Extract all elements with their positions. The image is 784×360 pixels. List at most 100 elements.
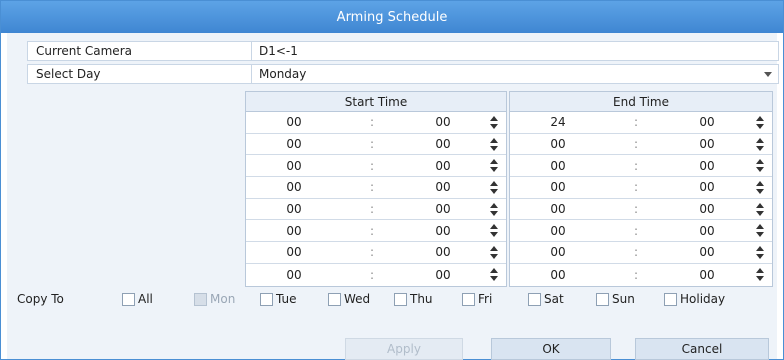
end-time-minute-field[interactable]: 00: [666, 268, 748, 282]
end-time-minute-field[interactable]: 00: [666, 202, 748, 216]
arrow-up-icon[interactable]: [490, 116, 498, 121]
spinner-icon[interactable]: [490, 116, 498, 129]
start-time-minute-field[interactable]: 00: [402, 137, 484, 151]
arrow-up-icon[interactable]: [490, 246, 498, 252]
arrow-up-icon[interactable]: [756, 116, 764, 121]
end-time-hour-field[interactable]: 00: [510, 180, 606, 194]
start-time-minute-field[interactable]: 00: [402, 202, 484, 216]
checkbox[interactable]: [462, 292, 475, 306]
copy-to-option-fri[interactable]: Fri: [462, 292, 528, 306]
spinner-icon[interactable]: [490, 137, 498, 151]
start-time-hour-field[interactable]: 00: [246, 115, 342, 129]
apply-button[interactable]: Apply: [345, 338, 463, 360]
spinner-icon[interactable]: [756, 181, 764, 195]
arrow-up-icon[interactable]: [756, 267, 764, 273]
arrow-down-icon[interactable]: [756, 275, 764, 281]
spinner-icon[interactable]: [756, 267, 764, 281]
start-time-minute-field[interactable]: 00: [402, 180, 484, 194]
start-time-hour-field[interactable]: 00: [246, 159, 342, 173]
spinner-icon[interactable]: [490, 202, 498, 216]
end-time-hour-field[interactable]: 00: [510, 224, 606, 238]
spinner-icon[interactable]: [756, 137, 764, 151]
checkbox[interactable]: [664, 292, 677, 306]
arrow-down-icon[interactable]: [756, 254, 764, 260]
arrow-up-icon[interactable]: [490, 137, 498, 143]
spinner-icon[interactable]: [490, 267, 498, 281]
arrow-up-icon[interactable]: [490, 159, 498, 165]
arrow-down-icon[interactable]: [756, 145, 764, 151]
arrow-up-icon[interactable]: [756, 181, 764, 187]
start-time-minute-field[interactable]: 00: [402, 159, 484, 173]
end-time-hour-field[interactable]: 00: [510, 245, 606, 259]
end-time-minute-field[interactable]: 00: [666, 115, 748, 129]
spinner-icon[interactable]: [490, 181, 498, 195]
ok-button[interactable]: OK: [491, 338, 611, 360]
copy-to-option-tue[interactable]: Tue: [260, 292, 328, 306]
arrow-down-icon[interactable]: [490, 189, 498, 195]
checkbox[interactable]: [260, 292, 273, 306]
arrow-up-icon[interactable]: [490, 202, 498, 208]
arrow-down-icon[interactable]: [756, 124, 764, 129]
arrow-up-icon[interactable]: [756, 202, 764, 208]
select-day-dropdown[interactable]: Monday: [252, 65, 778, 83]
spinner-icon[interactable]: [756, 224, 764, 238]
copy-to-option-thu[interactable]: Thu: [394, 292, 462, 306]
end-time-hour-field[interactable]: 00: [510, 268, 606, 282]
spinner-icon[interactable]: [756, 116, 764, 129]
arrow-down-icon[interactable]: [490, 124, 498, 129]
spinner-icon[interactable]: [490, 246, 498, 260]
arrow-down-icon[interactable]: [490, 254, 498, 260]
end-time-minute-field[interactable]: 00: [666, 224, 748, 238]
start-time-minute-field[interactable]: 00: [402, 245, 484, 259]
end-time-hour-field[interactable]: 00: [510, 202, 606, 216]
checkbox[interactable]: [394, 292, 407, 306]
copy-to-option-sun[interactable]: Sun: [596, 292, 664, 306]
cancel-button[interactable]: Cancel: [635, 338, 769, 360]
end-time-hour-field[interactable]: 00: [510, 159, 606, 173]
arrow-down-icon[interactable]: [756, 232, 764, 238]
start-time-minute-field[interactable]: 00: [402, 224, 484, 238]
copy-to-option-holiday[interactable]: Holiday: [664, 292, 744, 306]
arrow-up-icon[interactable]: [490, 181, 498, 187]
spinner-icon[interactable]: [490, 224, 498, 238]
checkbox[interactable]: [122, 292, 135, 306]
end-time-minute-field[interactable]: 00: [666, 245, 748, 259]
arrow-up-icon[interactable]: [490, 267, 498, 273]
arrow-down-icon[interactable]: [490, 210, 498, 216]
spinner-icon[interactable]: [756, 159, 764, 173]
arrow-down-icon[interactable]: [756, 189, 764, 195]
copy-to-option-sat[interactable]: Sat: [528, 292, 596, 306]
copy-to-option-all[interactable]: All: [122, 292, 194, 306]
start-time-minute-field[interactable]: 00: [402, 268, 484, 282]
end-time-minute-field[interactable]: 00: [666, 137, 748, 151]
chevron-down-icon[interactable]: [764, 72, 772, 77]
spinner-icon[interactable]: [756, 246, 764, 260]
arrow-down-icon[interactable]: [490, 275, 498, 281]
arrow-down-icon[interactable]: [756, 210, 764, 216]
arrow-down-icon[interactable]: [490, 167, 498, 173]
start-time-hour-field[interactable]: 00: [246, 268, 342, 282]
spinner-icon[interactable]: [756, 202, 764, 216]
start-time-hour-field[interactable]: 00: [246, 180, 342, 194]
end-time-hour-field[interactable]: 24: [510, 115, 606, 129]
start-time-hour-field[interactable]: 00: [246, 137, 342, 151]
end-time-hour-field[interactable]: 00: [510, 137, 606, 151]
start-time-hour-field[interactable]: 00: [246, 245, 342, 259]
arrow-up-icon[interactable]: [756, 137, 764, 143]
arrow-down-icon[interactable]: [756, 167, 764, 173]
checkbox[interactable]: [596, 292, 609, 306]
arrow-up-icon[interactable]: [756, 159, 764, 165]
start-time-hour-field[interactable]: 00: [246, 202, 342, 216]
end-time-minute-field[interactable]: 00: [666, 159, 748, 173]
end-time-minute-field[interactable]: 00: [666, 180, 748, 194]
arrow-up-icon[interactable]: [756, 224, 764, 230]
arrow-up-icon[interactable]: [490, 224, 498, 230]
checkbox[interactable]: [528, 292, 541, 306]
arrow-up-icon[interactable]: [756, 246, 764, 252]
spinner-icon[interactable]: [490, 159, 498, 173]
start-time-minute-field[interactable]: 00: [402, 115, 484, 129]
arrow-down-icon[interactable]: [490, 232, 498, 238]
checkbox[interactable]: [328, 292, 341, 306]
arrow-down-icon[interactable]: [490, 145, 498, 151]
start-time-hour-field[interactable]: 00: [246, 224, 342, 238]
